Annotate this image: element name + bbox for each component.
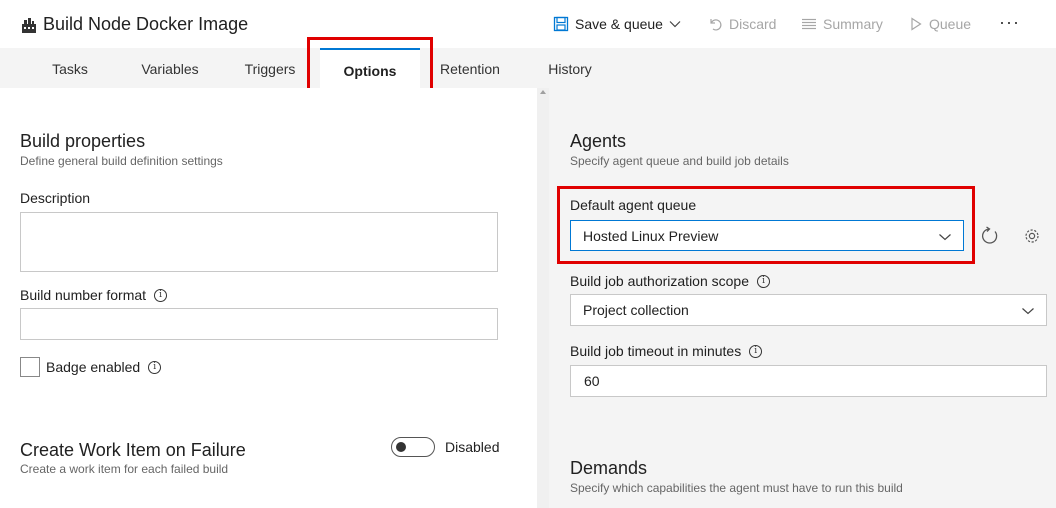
build-pipeline-icon	[19, 15, 39, 35]
badge-enabled-checkbox[interactable]	[20, 357, 40, 377]
demands-title: Demands	[570, 458, 648, 478]
summary-label: Summary	[823, 16, 883, 32]
build-properties-subtitle: Define general build definition settings	[20, 154, 223, 168]
page-title: Build Node Docker Image	[43, 14, 249, 34]
build-number-format-label: Build number format	[20, 287, 147, 303]
work-item-toggle[interactable]	[391, 437, 435, 457]
info-icon[interactable]: i	[148, 360, 162, 374]
tab-history[interactable]: History	[538, 48, 602, 88]
info-icon[interactable]: i	[749, 344, 763, 358]
undo-icon	[707, 16, 723, 32]
pane-splitter[interactable]	[537, 88, 549, 508]
save-and-queue-label: Save & queue	[575, 16, 663, 32]
badge-enabled-label-row: Badge enabled i	[46, 359, 162, 375]
info-icon[interactable]: i	[757, 274, 771, 288]
summary-button[interactable]: Summary	[801, 16, 883, 32]
agents-title: Agents	[570, 131, 627, 151]
list-icon	[801, 16, 817, 32]
work-item-subtitle: Create a work item for each failed build	[20, 462, 229, 476]
tab-retention[interactable]: Retention	[430, 48, 510, 88]
tab-bar: Tasks Variables Triggers Options Retenti…	[0, 48, 1056, 88]
tab-triggers[interactable]: Triggers	[235, 48, 305, 88]
header: Build Node Docker Image Save & queue Dis…	[0, 0, 1056, 48]
refresh-icon[interactable]	[976, 222, 1004, 250]
tab-variables[interactable]: Variables	[130, 48, 210, 88]
queue-label: Queue	[929, 16, 972, 32]
discard-button[interactable]: Discard	[707, 16, 776, 32]
build-number-format-label-row: Build number format i	[20, 287, 168, 303]
build-properties-title: Build properties	[20, 131, 146, 151]
build-number-format-field[interactable]	[20, 308, 498, 340]
description-label: Description	[20, 190, 91, 206]
discard-label: Discard	[729, 16, 777, 32]
info-icon[interactable]: i	[154, 288, 168, 302]
toggle-knob	[396, 442, 406, 452]
save-and-queue-button[interactable]: Save & queue	[553, 16, 681, 32]
queue-button[interactable]: Queue	[909, 16, 971, 32]
job-timeout-field[interactable]	[570, 365, 1047, 397]
chevron-down-icon	[669, 18, 681, 30]
authorization-scope-label: Build job authorization scope	[570, 273, 750, 289]
play-icon	[909, 17, 923, 31]
authorization-scope-label-row: Build job authorization scope i	[570, 273, 771, 289]
more-options-icon[interactable]: ···	[999, 12, 1020, 33]
gear-icon[interactable]	[1018, 222, 1046, 250]
demands-subtitle: Specify which capabilities the agent mus…	[570, 481, 903, 495]
chevron-down-icon	[1022, 304, 1034, 320]
authorization-scope-value: Project collection	[583, 302, 689, 318]
job-timeout-label: Build job timeout in minutes	[570, 343, 742, 359]
agent-queue-highlight	[557, 186, 975, 264]
work-item-toggle-label: Disabled	[445, 439, 500, 455]
tab-tasks[interactable]: Tasks	[36, 48, 104, 88]
work-item-title: Create Work Item on Failure	[20, 440, 246, 460]
authorization-scope-select[interactable]: Project collection	[570, 294, 1047, 326]
description-field[interactable]	[20, 212, 498, 272]
agents-subtitle: Specify agent queue and build job detail…	[570, 154, 789, 168]
save-icon	[553, 16, 569, 32]
badge-enabled-label: Badge enabled	[46, 359, 141, 375]
job-timeout-label-row: Build job timeout in minutes i	[570, 343, 763, 359]
scroll-up-icon[interactable]	[540, 90, 546, 94]
